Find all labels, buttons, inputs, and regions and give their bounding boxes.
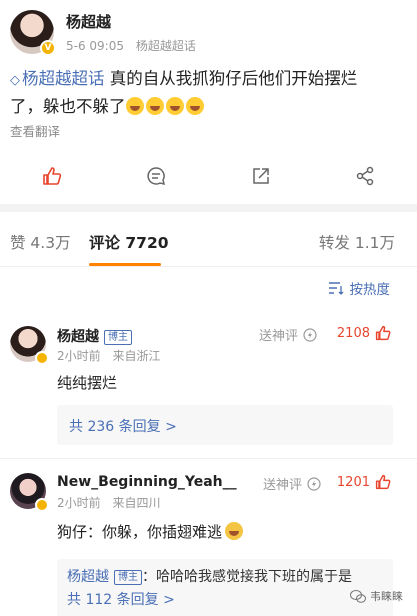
reply-preview[interactable]: 杨超越 博主 ：哈哈哈我感觉接我下班的属于是 [67, 567, 383, 588]
reply-author[interactable]: 杨超越 [67, 569, 109, 585]
post-subline: 5-6 09:05 杨超越超话 [66, 37, 196, 54]
tab-likes[interactable]: 赞 4.3万 [10, 231, 71, 253]
post-header: V 杨超越 5-6 09:05 杨超越超话 [10, 10, 196, 56]
topic-link[interactable]: 杨超越超话 [22, 69, 105, 88]
author-avatar[interactable]: V [10, 10, 56, 56]
comment-like-button[interactable]: 2108 [337, 325, 391, 341]
thumbs-up-icon [375, 474, 391, 490]
sort-label: 按热度 [349, 282, 391, 298]
god-comment-button[interactable]: 送神评 [259, 325, 317, 344]
comment-like-button[interactable]: 1201 [337, 474, 391, 490]
author-badge: 博主 [104, 330, 132, 345]
verified-badge-icon: V [40, 40, 56, 56]
post-meta: 杨超越 5-6 09:05 杨超越超话 [66, 11, 196, 54]
comment-location: 来自四川 [112, 496, 161, 510]
laughing-emoji-icon [165, 97, 184, 115]
commenter-name-text: 杨超越 [57, 329, 99, 345]
share-network-icon [356, 166, 374, 186]
comment-bubble-icon [147, 167, 166, 186]
translate-link[interactable]: 查看翻译 [10, 121, 60, 140]
comment-button[interactable] [104, 157, 208, 195]
repost-button[interactable] [209, 157, 313, 195]
comment-meta: 2小时前 来自四川 [57, 494, 160, 511]
reply-box: 共 236 条回复 > [57, 405, 393, 445]
sort-icon [328, 282, 343, 295]
laughing-emoji-icon [125, 97, 144, 115]
view-replies-link[interactable]: 共 112 条回复 > [67, 592, 175, 608]
section-divider [0, 204, 417, 212]
god-comment-button[interactable]: 送神评 [263, 474, 321, 493]
thumbs-up-icon [43, 167, 62, 185]
watermark: 韦睐睐 [350, 588, 403, 604]
reply-text: ：哈哈哈我感觉接我下班的属于是 [142, 569, 352, 585]
comment-separator [0, 458, 417, 459]
tab-reposts[interactable]: 转发 1.1万 [319, 231, 395, 253]
comment-text: 纯纯摆烂 [57, 374, 118, 392]
author-name[interactable]: 杨超越 [66, 11, 196, 32]
post-date: 5-6 09:05 [66, 38, 124, 53]
lightning-icon [307, 476, 321, 491]
watermark-text: 韦睐睐 [370, 590, 403, 603]
comment-text: 狗仔：你躲，你插翅难逃 [57, 521, 245, 542]
author-badge: 博主 [114, 570, 142, 585]
comment-like-count: 1201 [336, 474, 370, 490]
comment-time: 2小时前 [57, 496, 101, 510]
verified-badge-icon [35, 351, 49, 365]
post-text-line2: 了，躲也不躲了 [10, 97, 126, 116]
comment-text-body: 狗仔：你躲，你插翅难逃 [57, 523, 223, 541]
more-share-button[interactable] [313, 157, 417, 195]
laughing-emoji-icon [145, 97, 164, 115]
action-bar [0, 157, 417, 195]
commenter-name[interactable]: 杨超越 博主 [57, 326, 132, 346]
cat-emoji-icon [225, 522, 244, 540]
comment-location: 来自浙江 [112, 349, 161, 363]
god-comment-label: 送神评 [263, 478, 303, 493]
tab-comments[interactable]: 评论 7720 [89, 231, 169, 253]
comment-meta: 2小时前 来自浙江 [57, 347, 160, 364]
reply-box: 杨超越 博主 ：哈哈哈我感觉接我下班的属于是 共 112 条回复 > [57, 559, 393, 616]
comment-like-count: 2108 [336, 325, 370, 341]
sort-button[interactable]: 按热度 [328, 278, 391, 298]
comment-time: 2小时前 [57, 349, 101, 363]
post-text-line1: 真的自从我抓狗仔后他们开始摆烂 [104, 69, 358, 88]
lightning-icon [303, 327, 317, 342]
tab-divider [0, 266, 417, 267]
supertopic-diamond-icon: ◇ [10, 73, 20, 88]
laughing-emoji-icon [185, 97, 204, 115]
share-arrow-icon [252, 168, 269, 184]
god-comment-label: 送神评 [259, 329, 299, 344]
commenter-avatar[interactable] [10, 473, 49, 512]
post-text: ◇ 杨超越超话 真的自从我抓狗仔后他们开始摆烂 了，躲也不躲了 [10, 66, 406, 120]
post-source[interactable]: 杨超越超话 [136, 39, 196, 53]
commenter-avatar[interactable] [10, 326, 49, 365]
view-replies-link[interactable]: 共 236 条回复 > [69, 419, 177, 435]
tab-bar: 赞 4.3万 评论 7720 转发 1.1万 [0, 222, 417, 266]
thumbs-up-icon [375, 325, 391, 341]
wechat-icon [350, 589, 366, 603]
like-button[interactable] [0, 157, 104, 195]
commenter-name[interactable]: New_Beginning_Yeah__ [57, 474, 237, 490]
verified-badge-icon [35, 498, 49, 512]
